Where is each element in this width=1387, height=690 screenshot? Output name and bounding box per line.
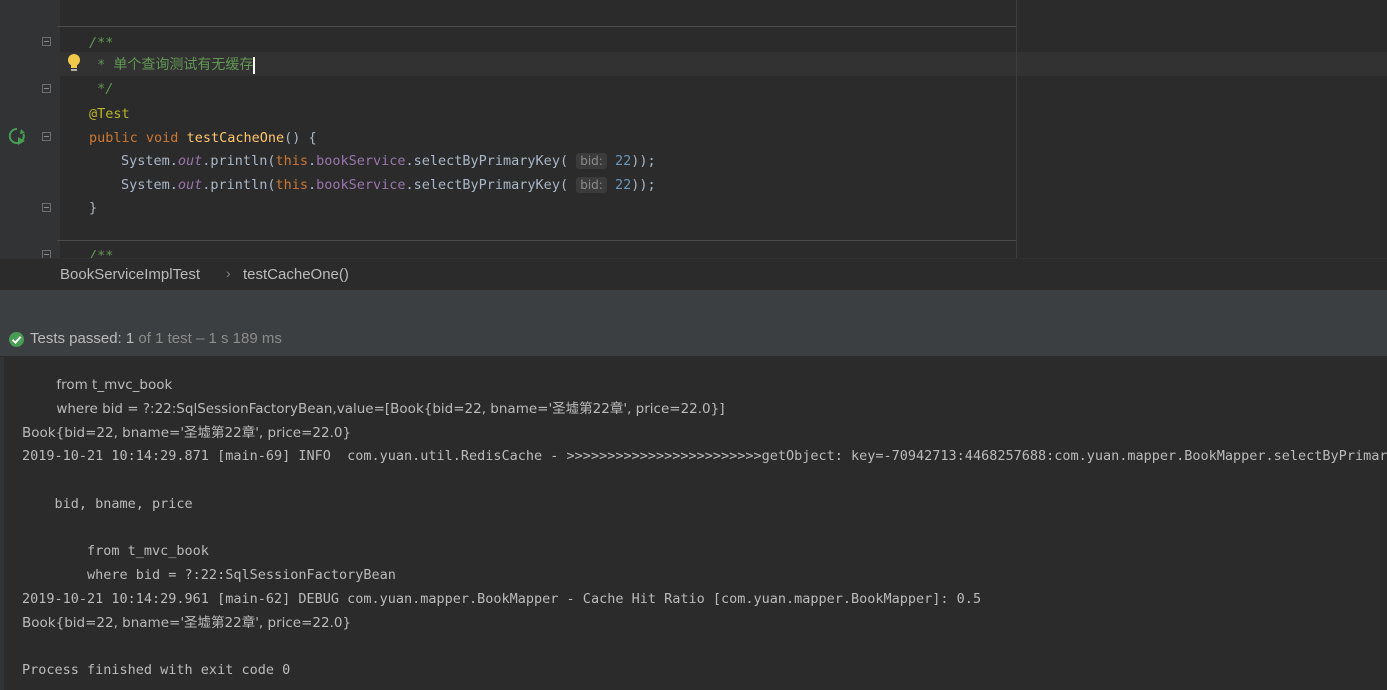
method-name: testCacheOne [186, 130, 285, 146]
code-line: */ [89, 77, 113, 101]
code-line: @Test [89, 102, 130, 126]
code-token: bookService [316, 177, 406, 193]
check-circle-icon [9, 332, 24, 347]
close-brace: } [89, 200, 98, 216]
console-gutter [0, 357, 4, 690]
code-token: 22 [614, 177, 632, 193]
method-separator [57, 240, 1017, 241]
code-token: 22 [614, 153, 632, 169]
fold-marker-icon[interactable] [42, 203, 51, 212]
parameter-hint: bid: [576, 177, 607, 193]
code-line: public void testCacheOne() { [89, 126, 317, 150]
method-separator [57, 26, 1017, 27]
fold-marker-icon[interactable] [42, 84, 51, 93]
fold-marker-icon[interactable] [42, 132, 51, 141]
code-token: .println( [202, 153, 276, 169]
intention-bulb-icon[interactable] [66, 53, 82, 73]
right-margin-guide [1016, 0, 1017, 258]
test-annotation: @Test [89, 106, 130, 122]
code-token: this [275, 153, 308, 169]
test-status-text: Tests passed: 1 of 1 test – 1 s 189 ms [30, 330, 282, 347]
code-token: .println( [202, 177, 276, 193]
code-token: System. [121, 177, 178, 193]
console-line: 2019-10-21 10:14:29.961 [main-62] DEBUG … [22, 591, 982, 607]
chevron-right-icon: › [226, 265, 231, 281]
console-line: 2019-10-21 10:14:29.871 [main-69] INFO c… [22, 448, 1387, 464]
run-test-icon[interactable] [7, 126, 27, 146]
code-editor[interactable]: /** * 单个查询测试有无缓存 */ @Test public void te… [0, 0, 1387, 258]
tests-duration: – 1 s 189 ms [195, 330, 282, 347]
console-line: from t_mvc_book [22, 543, 209, 559]
breadcrumb-item-method[interactable]: testCacheOne() [243, 266, 349, 283]
console-line: where bid = ?:22:SqlSessionFactoryBean,v… [22, 401, 725, 417]
code-token: System. [121, 153, 178, 169]
code-token: .selectByPrimaryKey( [405, 177, 569, 193]
code-token: )); [631, 177, 656, 193]
console-output[interactable]: from t_mvc_book where bid = ?:22:SqlSess… [0, 357, 1387, 690]
test-status-bar: Tests passed: 1 of 1 test – 1 s 189 ms [0, 322, 1387, 357]
doc-comment-text: 单个查询测试有无缓存 [113, 57, 254, 73]
fold-marker-icon[interactable] [42, 37, 51, 46]
code-line: System.out.println(this.bookService.sele… [121, 173, 656, 197]
breadcrumb: BookServiceImplTest › testCacheOne() [0, 258, 1387, 291]
code-token: this [275, 177, 308, 193]
code-token: . [307, 153, 317, 169]
code-token: . [307, 177, 317, 193]
caret-line-highlight [60, 52, 1387, 76]
keyword-void: void [145, 130, 179, 146]
parameter-hint: bid: [576, 153, 607, 169]
keyword-public: public [89, 130, 138, 146]
tests-total: of 1 test [138, 330, 192, 347]
code-token: out [177, 177, 203, 193]
text-caret [253, 56, 256, 74]
console-line: Process finished with exit code 0 [22, 662, 291, 678]
console-line: from t_mvc_book [22, 377, 173, 393]
code-line: } [89, 196, 97, 220]
code-token: out [177, 153, 203, 169]
doc-comment-close: */ [89, 81, 114, 97]
console-line: Book{bid=22, bname='圣墟第22章', price=22.0} [22, 615, 352, 631]
console-line: where bid = ?:22:SqlSessionFactoryBean [22, 567, 396, 583]
doc-comment-open: /** [89, 248, 114, 258]
code-line: /** [89, 244, 113, 258]
code-token: bookService [316, 153, 406, 169]
code-line: System.out.println(this.bookService.sele… [121, 149, 656, 173]
tests-passed-count: 1 [125, 330, 135, 347]
code-line: * 单个查询测试有无缓存 [89, 53, 256, 77]
doc-comment-open: /** [89, 35, 114, 51]
fold-marker-icon[interactable] [42, 250, 51, 258]
run-toolbar [0, 290, 1387, 322]
method-signature-rest: () { [284, 130, 317, 146]
code-token: .selectByPrimaryKey( [405, 153, 569, 169]
console-line: bid, bname, price [22, 496, 193, 512]
breadcrumb-item-class[interactable]: BookServiceImplTest [60, 266, 200, 283]
doc-comment-star: * [89, 57, 114, 73]
code-line: /** [89, 31, 113, 55]
console-line: Book{bid=22, bname='圣墟第22章', price=22.0} [22, 425, 352, 441]
tests-passed-label: Tests passed: [30, 330, 122, 347]
code-token: )); [631, 153, 656, 169]
